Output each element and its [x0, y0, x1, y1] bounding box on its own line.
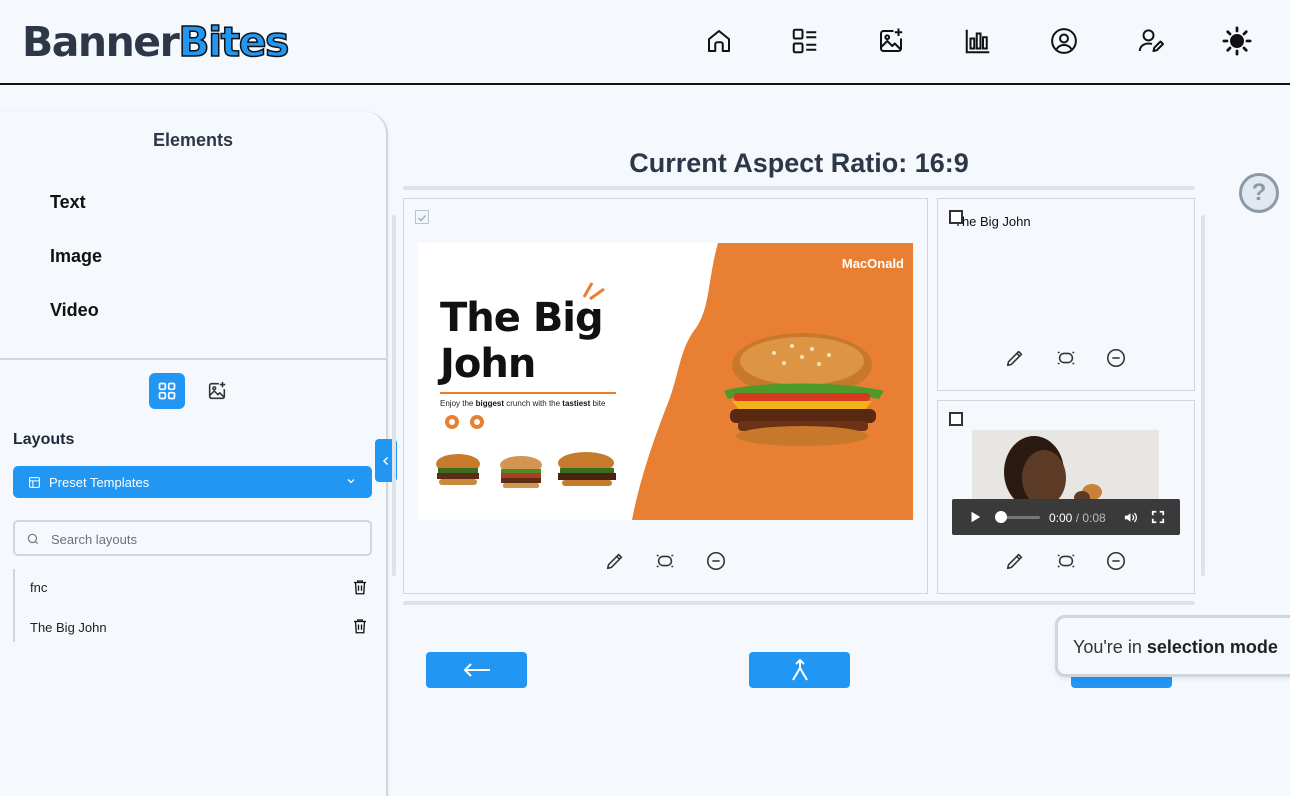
burger-thumbnails — [436, 452, 616, 488]
top-scrollbar[interactable] — [403, 186, 1195, 190]
banner-headline: The Big John — [440, 295, 604, 387]
badge-icons — [445, 415, 484, 429]
burger-image — [724, 333, 884, 446]
template-icon — [29, 476, 40, 488]
crop-frame-icon[interactable] — [1054, 346, 1078, 370]
bottom-scrollbar[interactable] — [403, 601, 1195, 605]
grid-icon — [158, 382, 176, 400]
search-input[interactable] — [51, 529, 351, 549]
banner-tagline: Enjoy the biggest crunch with the tastie… — [440, 399, 606, 408]
chevron-left-icon — [382, 456, 389, 465]
video-controls: 0:00 / 0:08 — [952, 499, 1180, 535]
left-scrollbar[interactable] — [392, 215, 396, 576]
element-video[interactable]: Video — [50, 300, 99, 321]
headline-line-2: John — [440, 341, 536, 387]
arrow-left-icon — [463, 663, 490, 677]
theme-sun-icon[interactable] — [1219, 23, 1255, 59]
right-scrollbar[interactable] — [1201, 215, 1205, 576]
add-image-icon — [208, 381, 226, 400]
back-button[interactable] — [426, 652, 527, 688]
help-button[interactable]: ? — [1239, 173, 1279, 213]
edit-pencil-icon[interactable] — [1003, 346, 1027, 370]
banner-brand: MacOnald — [841, 256, 904, 271]
sidebar-divider — [0, 358, 386, 360]
account-icon[interactable] — [1046, 23, 1082, 59]
home-icon[interactable] — [701, 23, 737, 59]
edit-pencil-icon[interactable] — [603, 549, 627, 573]
crop-frame-icon[interactable] — [1054, 549, 1078, 573]
panel-text-content: The Big John — [954, 214, 1031, 229]
layouts-title: Layouts — [13, 431, 75, 448]
selection-mode-toast: You're in selection mode — [1055, 615, 1290, 677]
panel-checkbox[interactable] — [949, 412, 963, 426]
preset-label: Preset Templates — [49, 474, 150, 490]
layout-item-fnc[interactable]: fnc — [30, 580, 47, 595]
merge-button[interactable] — [749, 652, 850, 688]
logo-part-1: Banner — [22, 18, 180, 66]
tab-images[interactable] — [199, 373, 235, 409]
app-logo[interactable]: BannerBites — [22, 17, 291, 67]
fullscreen-icon[interactable] — [1151, 510, 1165, 524]
merge-icon — [791, 658, 808, 681]
video-time: 0:00 / 0:08 — [1049, 511, 1106, 525]
templates-icon[interactable] — [787, 23, 823, 59]
panel-checkbox[interactable] — [949, 210, 963, 224]
video-progress-thumb[interactable] — [995, 511, 1007, 523]
tab-layouts[interactable] — [149, 373, 185, 409]
banner-rule — [440, 392, 616, 394]
trash-icon[interactable] — [351, 578, 369, 596]
volume-icon[interactable] — [1123, 510, 1138, 525]
search-layouts-field[interactable] — [13, 520, 372, 556]
element-text[interactable]: Text — [50, 192, 86, 213]
headline-line-1: The Big — [440, 295, 604, 341]
check-icon — [417, 214, 427, 222]
remove-circle-icon[interactable] — [704, 549, 728, 573]
app-header: BannerBites — [0, 0, 1290, 85]
logo-part-2: Bites — [178, 17, 291, 67]
layout-item-big-john[interactable]: The Big John — [30, 620, 107, 635]
banner-preview[interactable]: MacOnald The Big John Enjoy the biggest … — [418, 243, 913, 520]
remove-circle-icon[interactable] — [1104, 549, 1128, 573]
analytics-icon[interactable] — [960, 23, 996, 59]
layout-list-line — [13, 569, 15, 642]
panel-checkbox[interactable] — [415, 210, 429, 224]
element-image[interactable]: Image — [50, 246, 102, 267]
add-image-icon[interactable] — [873, 23, 909, 59]
trash-icon[interactable] — [351, 617, 369, 635]
play-icon[interactable] — [968, 510, 982, 524]
crop-frame-icon[interactable] — [653, 549, 677, 573]
elements-title: Elements — [152, 130, 234, 150]
profile-edit-icon[interactable] — [1133, 23, 1169, 59]
preset-templates-dropdown[interactable]: Preset Templates — [13, 466, 372, 498]
chevron-down-icon — [347, 479, 355, 484]
search-icon — [27, 533, 39, 545]
edit-pencil-icon[interactable] — [1003, 549, 1027, 573]
sidebar: Elements Text Image Video Layouts Preset… — [0, 112, 388, 796]
remove-circle-icon[interactable] — [1104, 346, 1128, 370]
aspect-ratio-title: Current Aspect Ratio: 16:9 — [629, 148, 969, 178]
